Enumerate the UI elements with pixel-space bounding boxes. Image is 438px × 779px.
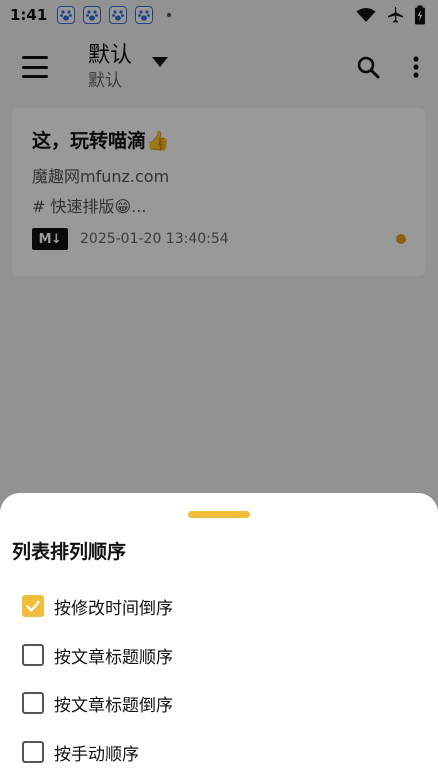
checkbox-checked-icon[interactable] (22, 595, 44, 617)
checkbox-icon[interactable] (22, 644, 44, 666)
checkbox-icon[interactable] (22, 741, 44, 763)
sheet-title: 列表排列顺序 (12, 541, 127, 563)
sort-option-modified-desc[interactable]: 按修改时间倒序 (22, 594, 173, 619)
checkbox-icon[interactable] (22, 692, 44, 714)
sort-order-sheet: 列表排列顺序 按修改时间倒序 按文章标题顺序 按文章标题倒序 按手动顺序 (0, 493, 438, 779)
drag-handle[interactable] (188, 511, 250, 518)
option-label: 按文章标题顺序 (54, 647, 173, 668)
option-label: 按手动顺序 (54, 744, 139, 765)
sort-option-title-asc[interactable]: 按文章标题顺序 (22, 643, 173, 668)
sort-option-title-desc[interactable]: 按文章标题倒序 (22, 691, 173, 716)
option-label: 按文章标题倒序 (54, 695, 173, 716)
sort-option-manual[interactable]: 按手动顺序 (22, 740, 139, 765)
option-label: 按修改时间倒序 (54, 598, 173, 619)
